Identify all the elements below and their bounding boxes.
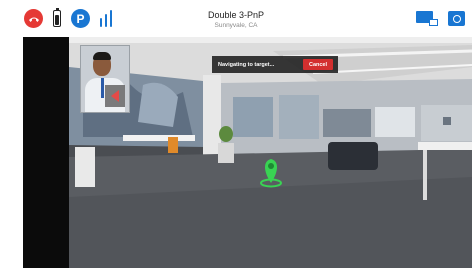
robot-video-feed[interactable]: Navigating to target... Cancel (23, 37, 472, 268)
top-bar: P Double 3-PnP Sunnyvale, CA (0, 0, 472, 36)
call-title-block: Double 3-PnP Sunnyvale, CA (0, 10, 472, 30)
cancel-navigation-button[interactable]: Cancel (303, 59, 333, 70)
robot-location: Sunnyvale, CA (214, 22, 258, 29)
robot-name: Double 3-PnP (207, 10, 265, 20)
right-controls (416, 11, 465, 26)
camera-switch-icon[interactable] (448, 11, 465, 26)
navigation-target-icon[interactable] (260, 155, 282, 187)
navigation-status-text: Navigating to target... (218, 61, 275, 68)
speaker-mute-icon[interactable] (105, 85, 125, 107)
screen-share-icon[interactable] (416, 11, 438, 26)
navigation-status-banner: Navigating to target... Cancel (212, 56, 338, 73)
